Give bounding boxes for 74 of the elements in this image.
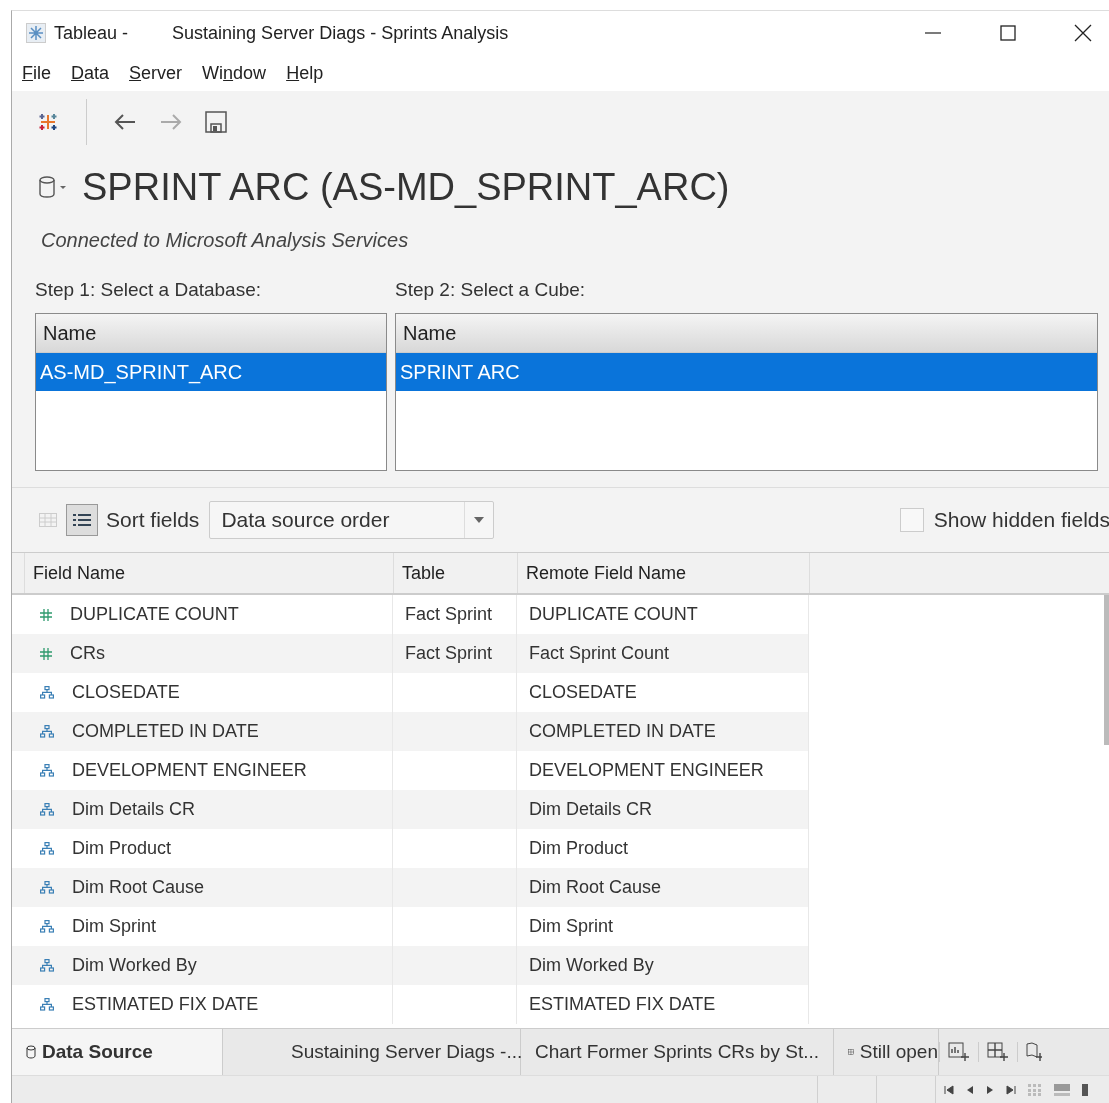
list-item[interactable]: AS-MD_SPRINT_ARC bbox=[36, 353, 386, 391]
field-name[interactable]: ESTIMATED FIX DATE bbox=[72, 994, 259, 1015]
column-header[interactable]: Table bbox=[394, 553, 518, 593]
sort-dropdown[interactable]: Data source order bbox=[209, 501, 495, 539]
list-icon bbox=[73, 513, 91, 527]
column-header[interactable]: Field Name bbox=[25, 553, 394, 593]
first-page-icon[interactable] bbox=[944, 1085, 954, 1095]
hierarchy-icon bbox=[40, 998, 54, 1011]
table-cell: Dim Details CR bbox=[529, 799, 652, 820]
field-name[interactable]: Dim Product bbox=[72, 838, 172, 859]
next-page-icon[interactable] bbox=[986, 1085, 994, 1095]
table-cell: COMPLETED IN DATE bbox=[529, 721, 716, 742]
table-cell: Fact Sprint bbox=[405, 604, 493, 625]
field-name[interactable]: CLOSEDATE bbox=[72, 682, 180, 703]
back-arrow-icon[interactable] bbox=[113, 112, 137, 132]
step-label: Step 2: Select a Cube: bbox=[395, 279, 587, 302]
step-label: Step 1: Select a Database: bbox=[35, 279, 263, 302]
column-header: Name bbox=[36, 314, 386, 353]
checkbox[interactable] bbox=[899, 508, 924, 532]
menu-item[interactable]: File bbox=[22, 62, 51, 84]
hierarchy-icon bbox=[40, 803, 54, 816]
table-cell: DEVELOPMENT ENGINEER bbox=[529, 760, 764, 781]
close-icon[interactable] bbox=[1074, 24, 1092, 42]
table-cell: Dim Sprint bbox=[529, 916, 613, 937]
list-view-button[interactable] bbox=[66, 504, 98, 536]
field-name[interactable]: Dim Root Cause bbox=[72, 877, 205, 898]
table-cell: ESTIMATED FIX DATE bbox=[529, 994, 716, 1015]
database-icon[interactable] bbox=[38, 175, 68, 199]
window-title: Sustaining Server Diags - Sprints Analysis bbox=[172, 22, 509, 44]
field-name[interactable]: CRs bbox=[70, 643, 105, 664]
hierarchy-icon bbox=[40, 725, 54, 738]
table-cell: DUPLICATE COUNT bbox=[529, 604, 698, 625]
hierarchy-icon bbox=[40, 881, 54, 894]
menu-item[interactable]: Server bbox=[129, 62, 183, 84]
table-cell: Dim Product bbox=[529, 838, 629, 859]
table-cell: Dim Worked By bbox=[529, 955, 654, 976]
hierarchy-icon bbox=[40, 764, 54, 777]
menu-item[interactable]: Help bbox=[286, 62, 324, 84]
list-item[interactable]: SPRINT ARC bbox=[396, 353, 1097, 391]
column-header: Name bbox=[396, 314, 1097, 353]
last-page-icon[interactable] bbox=[1006, 1085, 1016, 1095]
maximize-icon[interactable] bbox=[1000, 25, 1016, 41]
field-name[interactable]: Dim Worked By bbox=[72, 955, 197, 976]
grid-icon bbox=[39, 513, 57, 527]
number-icon bbox=[40, 647, 52, 660]
database-icon bbox=[26, 1045, 36, 1059]
table-cell: CLOSEDATE bbox=[529, 682, 637, 703]
data-source-title[interactable]: SPRINT ARC (AS-MD_SPRINT_ARC) bbox=[82, 165, 730, 209]
app-name: Tableau - bbox=[54, 22, 129, 44]
field-name[interactable]: Dim Details CR bbox=[72, 799, 195, 820]
hierarchy-icon bbox=[40, 842, 54, 855]
scrollbar-thumb[interactable] bbox=[1104, 595, 1109, 745]
hierarchy-icon bbox=[40, 686, 54, 699]
menu-item[interactable]: Data bbox=[71, 62, 110, 84]
snowflake-icon bbox=[26, 23, 46, 43]
field-name[interactable]: COMPLETED IN DATE bbox=[72, 721, 259, 742]
hierarchy-icon bbox=[40, 959, 54, 972]
hierarchy-icon bbox=[40, 920, 54, 933]
column-header[interactable]: Remote Field Name bbox=[518, 553, 810, 593]
sort-label: Sort fields bbox=[106, 508, 200, 532]
field-name[interactable]: DUPLICATE COUNT bbox=[70, 604, 239, 625]
table-cell: Dim Root Cause bbox=[529, 877, 662, 898]
previous-page-icon[interactable] bbox=[966, 1085, 974, 1095]
sheet-tab[interactable]: Data Source bbox=[12, 1029, 223, 1075]
checkbox-label[interactable]: Show hidden fields bbox=[933, 508, 1109, 532]
menu-item[interactable]: Window bbox=[202, 62, 267, 84]
field-name[interactable]: DEVELOPMENT ENGINEER bbox=[72, 760, 307, 781]
connection-text: Connected to Microsoft Analysis Services bbox=[40, 228, 410, 253]
dropdown-caret-icon[interactable] bbox=[474, 517, 485, 523]
save-icon[interactable] bbox=[205, 111, 227, 133]
field-name[interactable]: Dim Sprint bbox=[72, 916, 156, 937]
number-icon bbox=[40, 608, 52, 621]
table-cell: Fact Sprint bbox=[405, 643, 493, 664]
table-cell: Fact Sprint Count bbox=[529, 643, 670, 664]
